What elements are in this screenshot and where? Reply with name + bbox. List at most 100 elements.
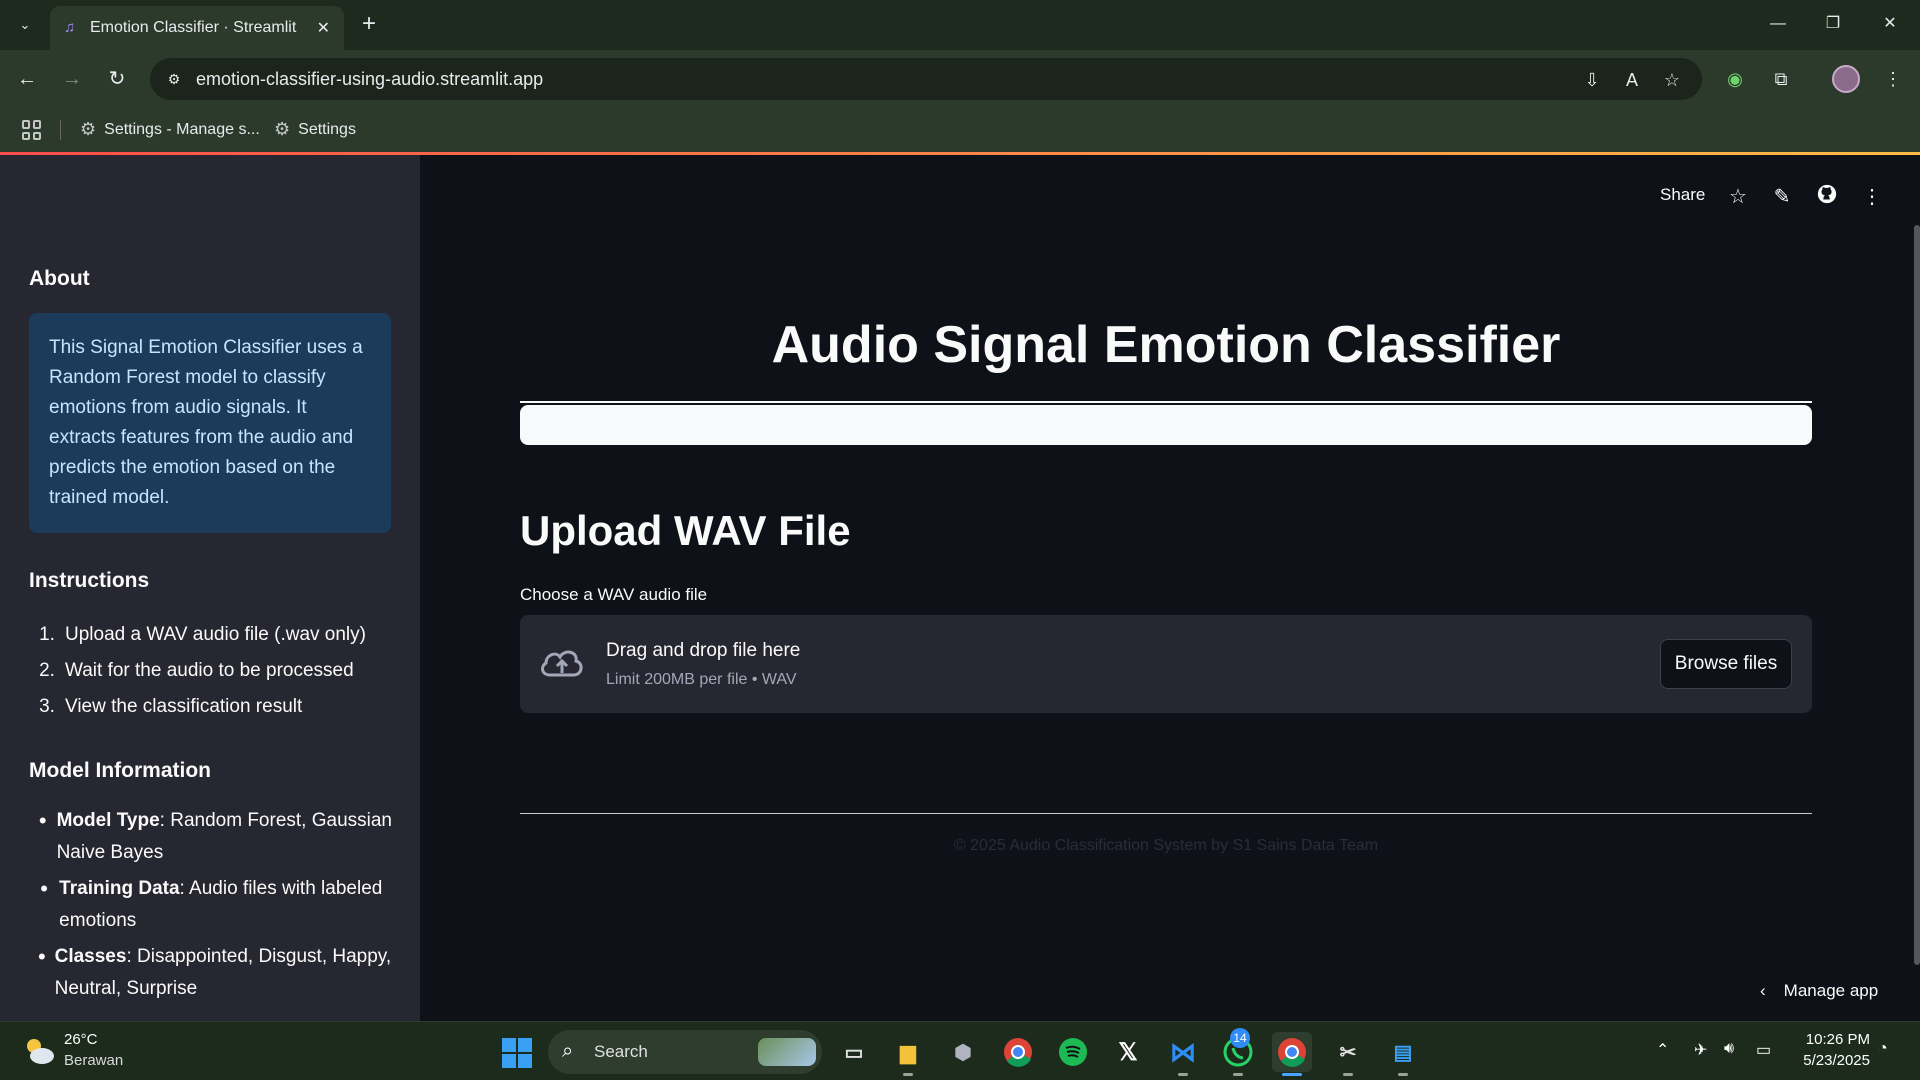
model-info-key: Classes <box>54 946 127 967</box>
minimize-button[interactable]: — <box>1758 8 1798 40</box>
model-info-key: Model Type <box>56 810 160 831</box>
file-dropzone[interactable]: Drag and drop file here Limit 200MB per … <box>520 615 1812 713</box>
bookmark-label: Settings <box>298 120 356 138</box>
site-info-icon[interactable]: ⚙ <box>164 69 184 89</box>
list-item: • Model Type: Random Forest, Gaussian Na… <box>29 805 399 869</box>
bookmark-star-icon[interactable]: ☆ <box>1660 68 1684 92</box>
x-twitter-icon[interactable]: 𝕏 <box>1108 1032 1148 1072</box>
browser-tab-bar: ⌄ ♫ Emotion Classifier · Streamlit ✕ + —… <box>0 0 1920 50</box>
taskbar-search[interactable]: ⌕ Search <box>548 1030 822 1074</box>
apps-grid-icon[interactable] <box>22 120 42 140</box>
scrollbar[interactable] <box>1914 225 1920 965</box>
result-bar <box>520 405 1812 445</box>
bullet: • <box>40 876 48 901</box>
music-note-icon: ♫ <box>64 19 76 36</box>
about-info-box: This Signal Emotion Classifier uses a Ra… <box>29 313 391 533</box>
search-icon: ⌕ <box>562 1040 574 1062</box>
notepad-icon[interactable]: ▤ <box>1383 1032 1423 1072</box>
running-indicator <box>1398 1073 1408 1076</box>
notifications-icon[interactable]: ◔ <box>1878 1040 1888 1058</box>
extension-copilot-icon[interactable]: ◉ <box>1720 64 1750 94</box>
browse-files-button[interactable]: Browse files <box>1660 639 1792 689</box>
file-explorer-icon[interactable]: ▆ <box>888 1032 928 1072</box>
chevron-up-icon[interactable]: ⌃ <box>1656 1040 1669 1060</box>
main-menu-icon[interactable]: ⋮ <box>1858 183 1886 211</box>
vscode-icon[interactable]: ⋈ <box>1163 1032 1203 1072</box>
model-info-key: Training Data <box>59 878 180 899</box>
upload-heading: Upload WAV File <box>520 507 851 554</box>
window-close-button[interactable]: ✕ <box>1870 8 1910 40</box>
bookmarks-bar: ⚙ Settings - Manage s... ⚙ Settings <box>0 108 1920 152</box>
list-item: 1. Upload a WAV audio file (.wav only) <box>29 617 391 653</box>
airplane-mode-icon[interactable]: ✈ <box>1694 1040 1707 1060</box>
cloudy-weather-icon[interactable] <box>22 1036 56 1066</box>
list-number: 3. <box>39 696 55 717</box>
title-divider <box>520 401 1812 403</box>
bookmark-settings-manage[interactable]: ⚙ Settings - Manage s... <box>80 119 260 140</box>
list-text: Wait for the audio to be processed <box>65 660 354 681</box>
windows-taskbar: 26°C Berawan ⌕ Search ▭ ▆ ⬢ 𝕏 ⋈ 14 ✂ ▤ ⌃… <box>0 1021 1920 1080</box>
list-item: 2. Wait for the audio to be processed <box>29 653 391 689</box>
profile-avatar[interactable] <box>1832 65 1860 93</box>
sidebar: About This Signal Emotion Classifier use… <box>0 155 420 1021</box>
app-hexagon-icon[interactable]: ⬢ <box>943 1032 983 1072</box>
battery-icon[interactable]: ▭ <box>1756 1040 1771 1060</box>
list-item: • Classes: Disappointed, Disgust, Happy,… <box>29 941 399 1005</box>
running-indicator <box>1233 1073 1243 1076</box>
about-heading: About <box>29 267 90 290</box>
snipping-tool-icon[interactable]: ✂ <box>1328 1032 1368 1072</box>
bookmark-settings[interactable]: ⚙ Settings <box>274 119 356 140</box>
taskbar-search-placeholder: Search <box>594 1042 648 1061</box>
url-text: emotion-classifier-using-audio.streamlit… <box>196 69 544 89</box>
translate-icon[interactable]: A <box>1620 68 1644 92</box>
gear-icon: ⚙ <box>80 119 97 139</box>
browser-tab[interactable]: ♫ Emotion Classifier · Streamlit ✕ <box>50 6 344 50</box>
notification-badge: 14 <box>1230 1028 1250 1048</box>
back-button[interactable]: ← <box>12 64 42 94</box>
dropzone-title: Drag and drop file here <box>606 640 801 661</box>
extensions-puzzle-icon[interactable]: ⧉ <box>1766 64 1796 94</box>
manage-app-label: Manage app <box>1783 981 1879 1000</box>
chrome-active-icon[interactable] <box>1272 1032 1312 1072</box>
install-app-icon[interactable]: ⇩ <box>1580 68 1604 92</box>
dropzone-limit: Limit 200MB per file • WAV <box>606 671 797 688</box>
uploader-label: Choose a WAV audio file <box>520 585 708 604</box>
gear-icon: ⚙ <box>274 119 291 139</box>
list-number: 1. <box>39 624 55 645</box>
bookmark-label: Settings - Manage s... <box>104 120 260 138</box>
restore-button[interactable]: ❐ <box>1813 8 1853 40</box>
list-text: Upload a WAV audio file (.wav only) <box>65 624 366 645</box>
volume-icon[interactable]: 🔊︎ <box>1724 1040 1734 1058</box>
github-icon[interactable] <box>1813 183 1841 211</box>
task-view-icon[interactable]: ▭ <box>834 1032 874 1072</box>
instructions-list: 1. Upload a WAV audio file (.wav only) 2… <box>29 617 391 725</box>
manage-app-button[interactable]: ‹ Manage app <box>1760 981 1878 1001</box>
list-item: 3. View the classification result <box>29 689 391 725</box>
new-tab-button[interactable]: + <box>354 10 384 40</box>
chrome-icon[interactable] <box>998 1032 1038 1072</box>
running-indicator <box>1343 1073 1353 1076</box>
footer-divider <box>520 813 1812 814</box>
star-icon[interactable]: ☆ <box>1724 183 1752 211</box>
address-bar[interactable]: ⚙ emotion-classifier-using-audio.streaml… <box>150 58 1702 100</box>
model-info-list: • Model Type: Random Forest, Gaussian Na… <box>29 805 399 1009</box>
windows-start-icon[interactable] <box>502 1038 532 1068</box>
model-info-heading: Model Information <box>29 759 211 782</box>
reload-button[interactable]: ↻ <box>102 64 132 94</box>
forward-button[interactable]: → <box>57 64 87 94</box>
spotify-icon[interactable] <box>1053 1032 1093 1072</box>
weather-condition: Berawan <box>64 1052 124 1069</box>
instructions-heading: Instructions <box>29 569 150 592</box>
clock-time[interactable]: 10:26 PM <box>1800 1031 1870 1048</box>
share-button[interactable]: Share <box>1660 185 1705 205</box>
tab-search-button[interactable]: ⌄ <box>10 10 40 40</box>
cloud-upload-icon <box>541 650 583 677</box>
list-number: 2. <box>39 660 55 681</box>
edit-pencil-icon[interactable]: ✎ <box>1768 183 1796 211</box>
browser-menu-icon[interactable]: ⋮ <box>1878 64 1908 94</box>
close-tab-icon[interactable]: ✕ <box>317 18 330 38</box>
bullet: • <box>38 808 47 833</box>
chevron-left-icon: ‹ <box>1760 981 1766 1000</box>
clock-date[interactable]: 5/23/2025 <box>1790 1052 1870 1069</box>
search-highlight-image <box>758 1038 816 1066</box>
